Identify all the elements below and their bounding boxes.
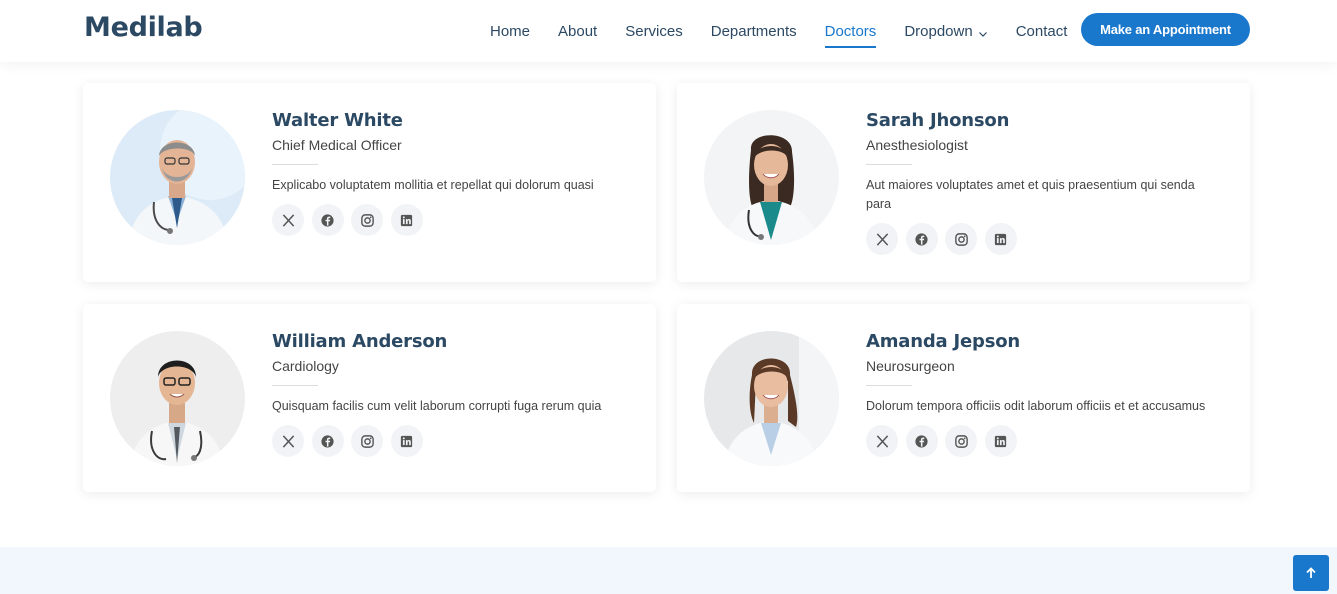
doctor-name: Sarah Jhonson [866,110,1010,131]
nav-item-services[interactable]: Services [625,16,683,46]
social-links [272,204,632,236]
doctor-photo [704,110,839,245]
instagram-link[interactable] [351,204,383,236]
nav-label: About [558,22,598,40]
next-section-band [0,547,1337,594]
nav-label: Home [490,22,531,40]
facebook-icon [915,232,928,246]
linkedin-link[interactable] [984,425,1017,457]
site-header: Medilab Home About Services Departments … [0,0,1337,62]
doctor-role: Neurosurgeon [866,358,955,374]
doctor-card: Sarah Jhonson Anesthesiologist Aut maior… [677,83,1250,282]
x-twitter-icon [282,213,294,227]
social-links [866,223,1226,255]
nav-item-doctors[interactable]: Doctors [824,16,877,48]
divider [866,385,912,386]
instagram-link[interactable] [351,425,383,457]
doctor-card: Walter White Chief Medical Officer Expli… [83,83,656,282]
doctor-role: Chief Medical Officer [272,137,402,153]
main-nav: Home About Services Departments Doctors … [476,0,1081,62]
x-twitter-link[interactable] [866,425,898,457]
instagram-link[interactable] [945,223,977,255]
linkedin-icon [994,435,1007,447]
linkedin-icon [400,435,413,447]
facebook-link[interactable] [311,425,344,457]
arrow-up-icon [1306,567,1316,578]
doctor-description: Aut maiores voluptates amet et quis prae… [866,178,1195,211]
nav-label: Dropdown [904,22,973,40]
make-appointment-button[interactable]: Make an Appointment [1081,13,1250,46]
social-links [272,425,632,457]
x-twitter-link[interactable] [272,204,304,236]
doctor-card: Amanda Jepson Neurosurgeon Dolorum tempo… [677,304,1250,492]
nav-label: Doctors [824,22,877,40]
nav-item-home[interactable]: Home [490,16,530,46]
facebook-icon [321,213,334,227]
doctor-description: Dolorum tempora officiis odit laborum of… [866,399,1206,413]
instagram-icon [954,434,968,448]
divider [272,385,318,386]
nav-item-departments[interactable]: Departments [711,16,797,46]
doctor-name: Walter White [272,110,403,131]
doctor-info: Sarah Jhonson Anesthesiologist Aut maior… [866,109,1226,255]
facebook-link[interactable] [311,204,344,236]
doctor-role: Anesthesiologist [866,137,968,153]
divider [272,164,318,165]
doctor-info: Walter White Chief Medical Officer Expli… [272,109,632,236]
back-to-top-button[interactable] [1293,555,1329,591]
x-twitter-icon [876,434,888,448]
doctor-info: William Anderson Cardiology Quisquam fac… [272,330,632,457]
doctor-role: Cardiology [272,358,339,374]
linkedin-icon [994,233,1007,245]
doctor-photo [704,331,839,466]
linkedin-link[interactable] [390,425,423,457]
instagram-link[interactable] [945,425,977,457]
nav-item-dropdown[interactable]: Dropdown [904,16,987,46]
x-twitter-icon [876,232,888,246]
nav-label: Contact [1015,22,1068,40]
facebook-link[interactable] [905,425,938,457]
linkedin-icon [400,214,413,226]
site-logo[interactable]: Medilab [84,12,203,43]
doctor-info: Amanda Jepson Neurosurgeon Dolorum tempo… [866,330,1226,457]
doctor-description: Explicabo voluptatem mollitia et repella… [272,178,594,192]
doctor-photo [110,110,245,245]
facebook-icon [915,434,928,448]
facebook-link[interactable] [905,223,938,255]
doctor-description: Quisquam facilis cum velit laborum corru… [272,399,602,413]
linkedin-link[interactable] [390,204,423,236]
doctor-photo [110,331,245,466]
x-twitter-link[interactable] [272,425,304,457]
x-twitter-icon [282,434,294,448]
linkedin-link[interactable] [984,223,1017,255]
instagram-icon [360,213,374,227]
divider [866,164,912,165]
instagram-icon [954,232,968,246]
nav-label: Departments [710,22,797,40]
nav-item-about[interactable]: About [558,16,597,46]
doctor-name: Amanda Jepson [866,331,1021,352]
x-twitter-link[interactable] [866,223,898,255]
doctor-card: William Anderson Cardiology Quisquam fac… [83,304,656,492]
nav-label: Services [625,22,683,40]
instagram-icon [360,434,374,448]
facebook-icon [321,434,334,448]
chevron-down-icon [978,26,988,37]
social-links [866,425,1226,457]
doctor-name: William Anderson [272,331,448,352]
nav-item-contact[interactable]: Contact [1016,16,1068,46]
